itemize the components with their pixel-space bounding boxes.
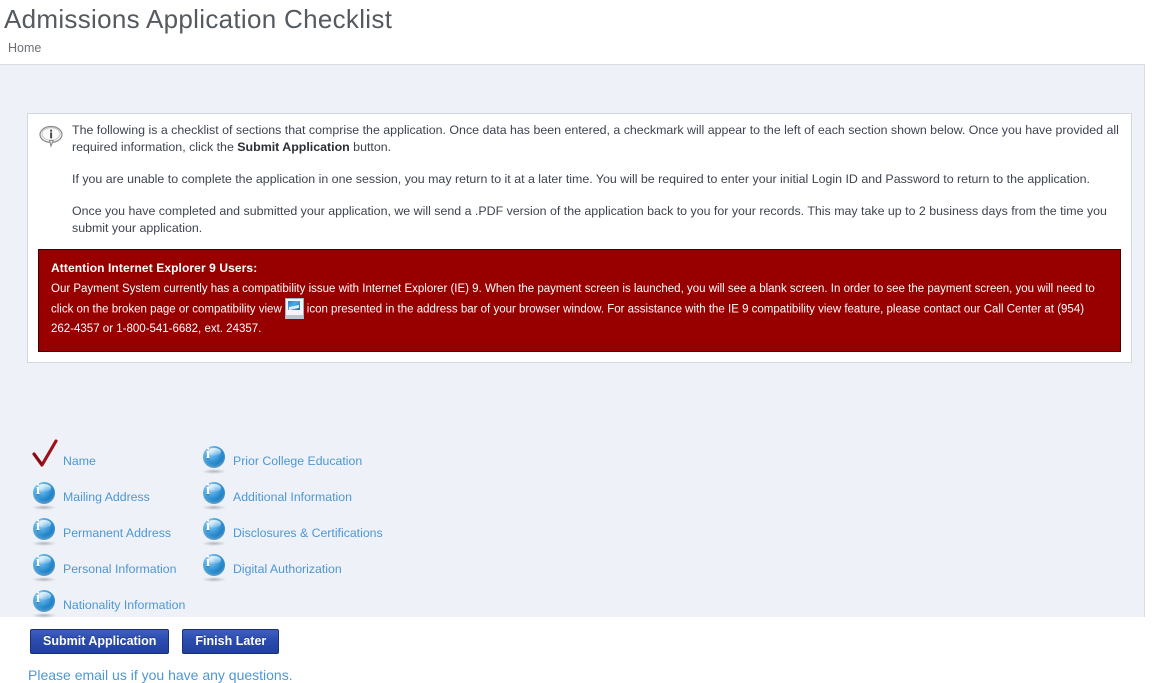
checklist-item-label[interactable]: Disclosures & Certifications bbox=[233, 526, 383, 540]
checklist-item-additional-information[interactable]: i Additional Information bbox=[197, 479, 517, 515]
finish-later-button[interactable]: Finish Later bbox=[182, 629, 280, 654]
blue-info-ball-icon: i bbox=[197, 552, 233, 586]
application-section-checklist: Name i Mailing Address i Permanent Addre… bbox=[27, 439, 727, 623]
checklist-item-label[interactable]: Permanent Address bbox=[63, 526, 171, 540]
checklist-item-label[interactable]: Name bbox=[63, 454, 96, 468]
checklist-item-digital-authorization[interactable]: i Digital Authorization bbox=[197, 551, 517, 587]
checklist-item-label[interactable]: Prior College Education bbox=[233, 454, 362, 468]
info-paragraph-3: Once you have completed and submitted yo… bbox=[72, 204, 1107, 235]
info-p1-post: button. bbox=[349, 140, 392, 154]
compatibility-view-icon bbox=[284, 298, 304, 319]
checklist-item-disclosures-certifications[interactable]: i Disclosures & Certifications bbox=[197, 515, 517, 551]
blue-info-ball-icon: i bbox=[197, 480, 233, 514]
info-paragraph-1: The following is a checklist of sections… bbox=[72, 122, 1121, 156]
blue-info-ball-icon: i bbox=[197, 444, 233, 478]
breadcrumb: Home bbox=[0, 36, 1159, 64]
page-header: Admissions Application Checklist Home bbox=[0, 0, 1159, 64]
blue-info-ball-icon: i bbox=[197, 516, 233, 550]
checklist-item-label[interactable]: Nationality Information bbox=[63, 598, 185, 612]
ie-alert-body: Our Payment System currently has a compa… bbox=[51, 280, 1108, 339]
ie-compatibility-alert: Attention Internet Explorer 9 Users: Our… bbox=[38, 249, 1121, 352]
blue-info-ball-icon: i bbox=[27, 480, 63, 514]
submit-application-emphasis: Submit Application bbox=[237, 140, 350, 154]
info-p1-pre: The following is a checklist of sections… bbox=[72, 123, 1119, 154]
checklist-column-right: i Prior College Education i Additional I… bbox=[197, 443, 517, 623]
breadcrumb-home-link[interactable]: Home bbox=[8, 41, 41, 55]
red-checkmark-icon bbox=[27, 439, 63, 478]
checklist-item-mailing-address[interactable]: i Mailing Address bbox=[27, 479, 197, 515]
ie-alert-title: Attention Internet Explorer 9 Users: bbox=[51, 261, 258, 275]
info-text: The following is a checklist of sections… bbox=[68, 122, 1121, 245]
checklist-item-label[interactable]: Digital Authorization bbox=[233, 562, 342, 576]
email-us-link[interactable]: Please email us if you have any question… bbox=[28, 667, 293, 683]
checklist-item-personal-information[interactable]: i Personal Information bbox=[27, 551, 197, 587]
blue-info-ball-icon: i bbox=[27, 516, 63, 550]
checklist-item-nationality-information[interactable]: i Nationality Information bbox=[27, 587, 197, 623]
blue-info-ball-icon: i bbox=[27, 552, 63, 586]
checklist-item-prior-college-education[interactable]: i Prior College Education bbox=[197, 443, 517, 479]
checklist-item-label[interactable]: Additional Information bbox=[233, 490, 352, 504]
info-bubble-icon bbox=[38, 124, 68, 153]
info-panel: The following is a checklist of sections… bbox=[27, 113, 1132, 363]
content-area: The following is a checklist of sections… bbox=[0, 64, 1145, 683]
checklist-item-permanent-address[interactable]: i Permanent Address bbox=[27, 515, 197, 551]
checklist-item-label[interactable]: Mailing Address bbox=[63, 490, 150, 504]
checklist-item-name[interactable]: Name bbox=[27, 439, 197, 479]
checklist-column-left: Name i Mailing Address i Permanent Addre… bbox=[27, 439, 197, 623]
info-paragraph-2: If you are unable to complete the applic… bbox=[72, 172, 1090, 186]
submit-application-button[interactable]: Submit Application bbox=[30, 629, 170, 654]
blue-info-ball-icon: i bbox=[27, 588, 63, 622]
checklist-item-label[interactable]: Personal Information bbox=[63, 562, 176, 576]
page-title: Admissions Application Checklist bbox=[4, 4, 393, 34]
form-button-row: Submit Application Finish Later bbox=[30, 629, 280, 654]
